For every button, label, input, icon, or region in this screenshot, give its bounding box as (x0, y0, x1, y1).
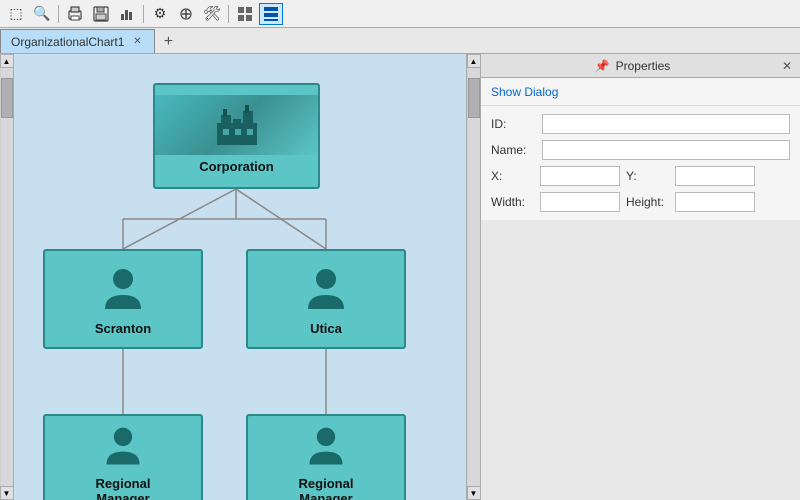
regional-manager-2-node[interactable]: Regional Manager (246, 414, 406, 500)
show-dialog-section: Show Dialog (481, 78, 800, 106)
regional-manager-1-label: Regional Manager (90, 472, 157, 500)
canvas-scroll-down[interactable]: ▼ (467, 486, 481, 500)
canvas-scroll-thumb[interactable] (468, 78, 480, 118)
chart-icon[interactable] (115, 3, 139, 25)
layout-icon[interactable] (233, 3, 257, 25)
panel-body (481, 220, 800, 500)
scroll-thumb[interactable] (1, 78, 13, 118)
x-label: X: (491, 169, 536, 183)
y-label: Y: (626, 169, 671, 183)
tab-organizational-chart[interactable]: OrganizationalChart1 ✕ (0, 29, 155, 53)
sep2 (143, 5, 144, 23)
properties-panel: 📌 Properties ✕ Show Dialog ID: Name: X: (480, 54, 800, 500)
panel-close-button[interactable]: ✕ (782, 59, 792, 73)
corp-image (155, 95, 318, 155)
panel-pin-icon[interactable]: 📌 (595, 59, 610, 73)
wh-row: Width: Height: (491, 192, 790, 212)
regional1-person-icon (101, 424, 145, 470)
toolbar: ⬚ 🔍 ⚙ 🛠 (0, 0, 800, 28)
utica-node[interactable]: Utica (246, 249, 406, 349)
sep3 (228, 5, 229, 23)
name-input[interactable] (542, 140, 790, 160)
scroll-track (1, 68, 13, 486)
xy-row: X: Y: (491, 166, 790, 186)
canvas-scrollbar: ▲ ▼ (466, 54, 480, 500)
y-input[interactable] (675, 166, 755, 186)
height-group: Height: (626, 192, 755, 212)
scroll-down-button[interactable]: ▼ (0, 486, 14, 500)
active-layout-icon[interactable] (259, 3, 283, 25)
save-icon[interactable] (89, 3, 113, 25)
panel-title: Properties (616, 59, 671, 73)
utica-label: Utica (304, 317, 348, 340)
width-label: Width: (491, 195, 536, 209)
utica-person-icon (304, 265, 348, 315)
add-tab-button[interactable]: + (157, 31, 179, 53)
height-label: Height: (626, 195, 671, 209)
corporation-label: Corporation (193, 155, 279, 178)
name-row: Name: (491, 140, 790, 160)
main-area: ▲ ▼ (0, 54, 800, 500)
height-input[interactable] (675, 192, 755, 212)
diagram-canvas[interactable]: Corporation Scranton Utica (14, 54, 466, 500)
id-input[interactable] (542, 114, 790, 134)
regional-manager-2-label: Regional Manager (293, 472, 360, 500)
zoom-icon[interactable]: 🔍 (30, 3, 54, 25)
properties-form: ID: Name: X: Y: Width: (481, 106, 800, 220)
corporation-node[interactable]: Corporation (153, 83, 320, 189)
width-input[interactable] (540, 192, 620, 212)
y-group: Y: (626, 166, 755, 186)
scranton-label: Scranton (89, 317, 157, 340)
id-row: ID: (491, 114, 790, 134)
tab-label: OrganizationalChart1 (11, 35, 124, 49)
left-scrollbar: ▲ ▼ (0, 54, 14, 500)
regional2-person-icon (304, 424, 348, 470)
tab-close-button[interactable]: ✕ (130, 35, 144, 49)
gear-icon[interactable]: ⚙ (148, 3, 172, 25)
select-icon[interactable]: ⬚ (4, 3, 28, 25)
width-group: Width: (491, 192, 620, 212)
print-icon[interactable] (63, 3, 87, 25)
id-label: ID: (491, 117, 536, 131)
tabbar: OrganizationalChart1 ✕ + (0, 28, 800, 54)
scranton-node[interactable]: Scranton (43, 249, 203, 349)
canvas-container: ▲ ▼ (0, 54, 480, 500)
scranton-person-icon (101, 265, 145, 315)
show-dialog-link[interactable]: Show Dialog (491, 85, 558, 99)
link-icon[interactable] (174, 3, 198, 25)
x-group: X: (491, 166, 620, 186)
canvas-scroll-up[interactable]: ▲ (467, 54, 481, 68)
regional-manager-1-node[interactable]: Regional Manager (43, 414, 203, 500)
x-input[interactable] (540, 166, 620, 186)
scroll-up-button[interactable]: ▲ (0, 54, 14, 68)
tools-icon[interactable]: 🛠 (200, 3, 224, 25)
panel-header: 📌 Properties ✕ (481, 54, 800, 78)
sep1 (58, 5, 59, 23)
name-label: Name: (491, 143, 536, 157)
canvas-scroll-track (468, 68, 480, 486)
